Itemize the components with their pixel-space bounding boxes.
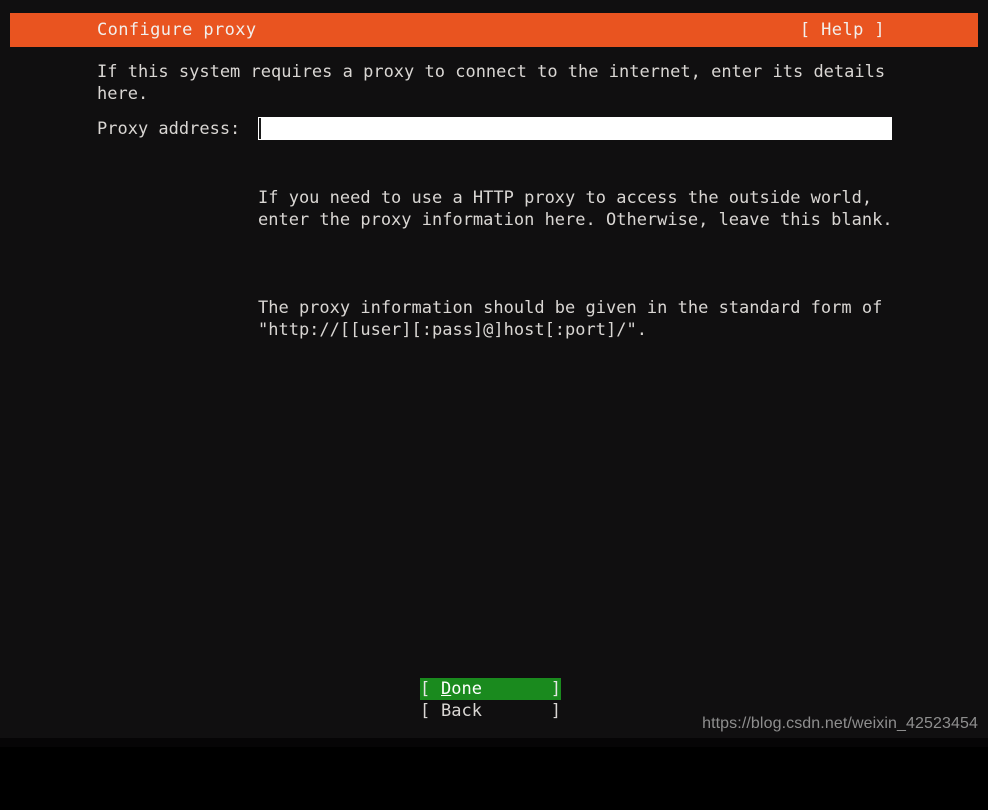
hint-paragraph-2: The proxy information should be given in… — [258, 298, 893, 340]
text-caret — [259, 118, 261, 139]
done-label-rest: one — [451, 679, 482, 699]
frame-bottom-strip — [0, 738, 988, 747]
page-title: Configure proxy — [97, 19, 257, 40]
done-button-label: Done — [441, 678, 482, 700]
hint-paragraph-1: If you need to use a HTTP proxy to acces… — [258, 188, 893, 230]
done-button[interactable]: [ Done ] — [420, 678, 561, 700]
back-button-label: Back — [441, 700, 482, 722]
done-bracket-left: [ — [420, 679, 431, 699]
button-group: [ Done ] [ Back ] — [420, 678, 620, 722]
proxy-address-input[interactable] — [258, 117, 892, 140]
help-button[interactable]: [ Help ] — [800, 21, 885, 39]
proxy-address-row: Proxy address: — [97, 117, 897, 141]
back-bracket-left: [ — [420, 701, 431, 721]
proxy-help-text: If you need to use a HTTP proxy to acces… — [258, 143, 908, 385]
done-bracket-right: ] — [550, 679, 561, 699]
back-button[interactable]: [ Back ] — [420, 700, 561, 722]
proxy-address-label: Proxy address: — [97, 119, 241, 139]
intro-text: If this system requires a proxy to conne… — [97, 62, 896, 104]
header-bar: Configure proxy [ Help ] — [10, 13, 978, 47]
watermark-url: https://blog.csdn.net/weixin_42523454 — [702, 715, 978, 732]
installer-screen: Configure proxy [ Help ] If this system … — [0, 0, 988, 747]
back-accel-char: B — [441, 701, 452, 721]
back-bracket-right: ] — [550, 701, 561, 721]
back-label-rest: ack — [451, 701, 482, 721]
done-accel-char: D — [441, 679, 452, 699]
